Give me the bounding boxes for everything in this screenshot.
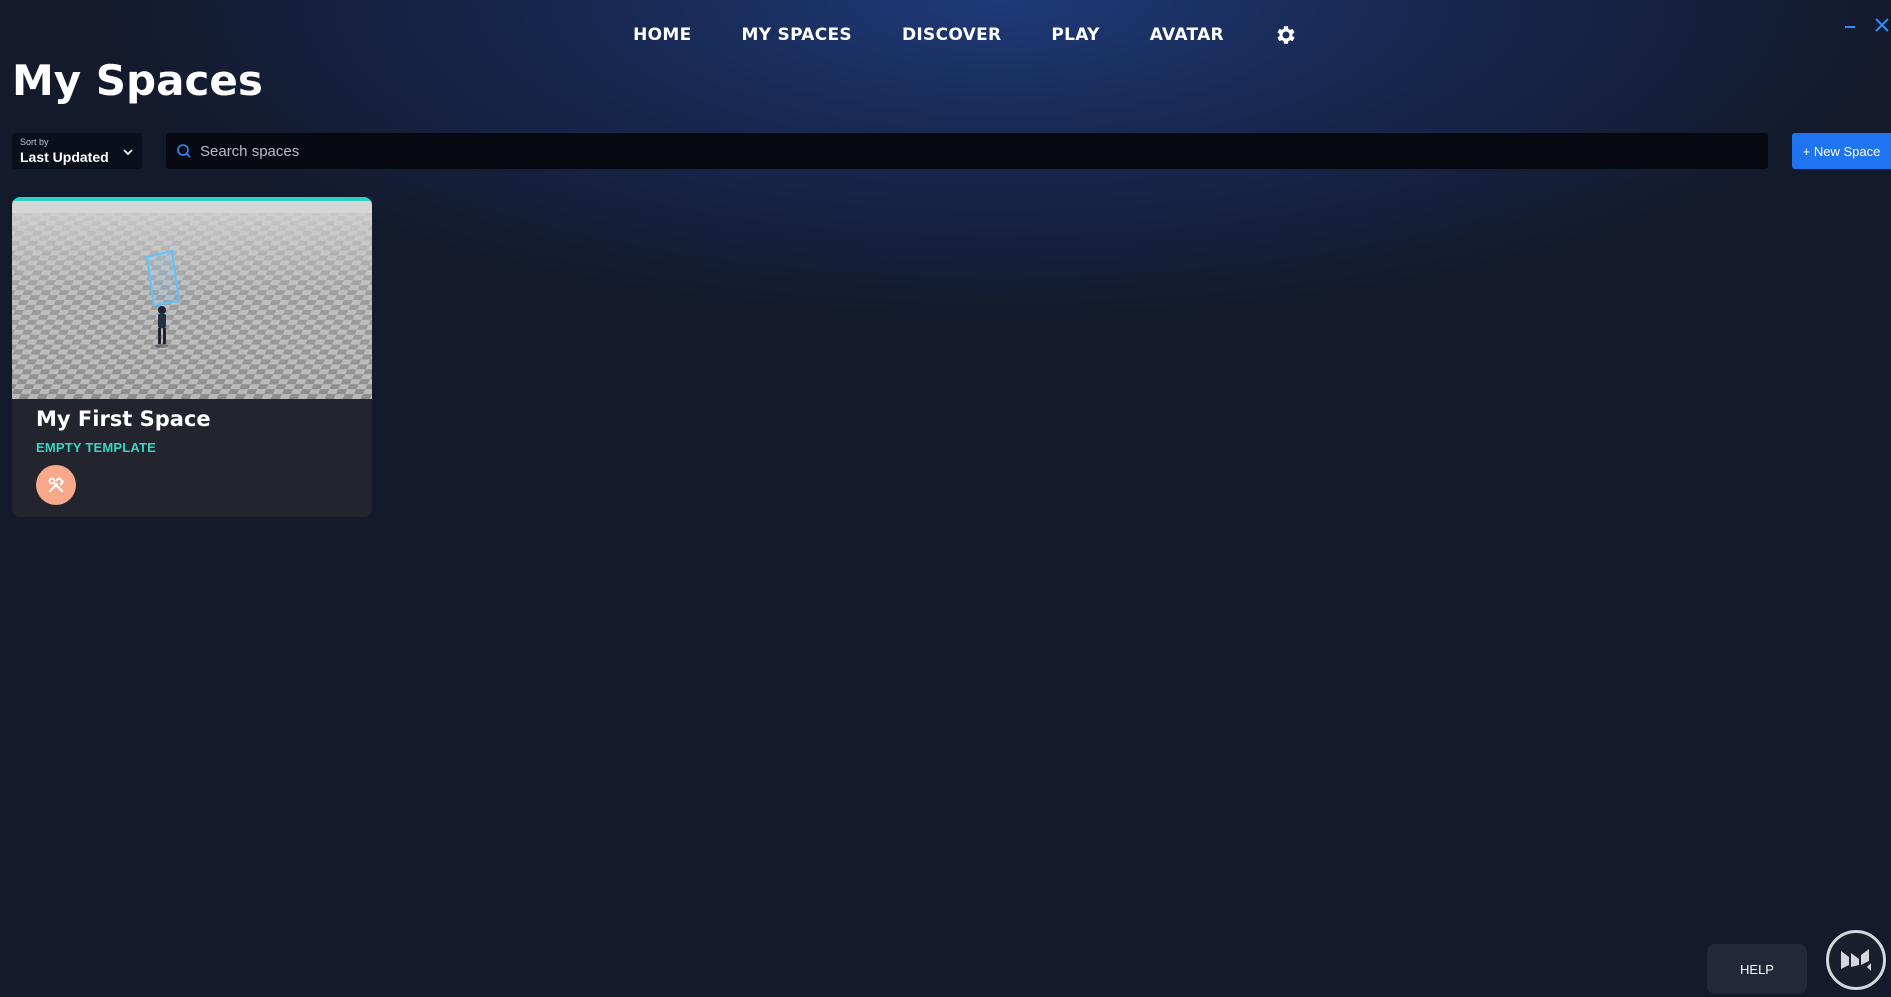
space-template: EMPTY TEMPLATE [36,440,157,455]
close-icon[interactable] [1873,16,1891,34]
sort-value: Last Updated [20,149,109,165]
space-thumbnail [12,201,372,399]
nav-play[interactable]: PLAY [1051,25,1099,45]
page-title: My Spaces [12,56,263,105]
space-name: My First Space [36,407,211,431]
chevron-down-icon [122,145,134,157]
app-logo-icon[interactable] [1826,930,1886,990]
search-bar [166,133,1768,169]
sort-caption: Sort by [20,137,49,147]
minimize-icon[interactable] [1841,16,1859,34]
new-space-button[interactable]: + New Space [1792,133,1891,169]
top-navigation: HOME MY SPACES DISCOVER PLAY AVATAR [0,22,1891,48]
nav-avatar[interactable]: AVATAR [1150,25,1224,45]
nav-home[interactable]: HOME [633,25,691,45]
nav-discover[interactable]: DISCOVER [902,25,1001,45]
search-input[interactable] [200,133,1760,169]
sort-dropdown[interactable]: Sort by Last Updated [12,133,142,169]
nav-my-spaces[interactable]: MY SPACES [742,25,852,45]
tools-icon[interactable] [36,465,76,505]
window-controls [1841,16,1891,34]
gear-icon[interactable] [1274,23,1298,47]
search-icon [176,143,192,159]
space-card[interactable]: My First Space EMPTY TEMPLATE [12,197,372,517]
help-button[interactable]: HELP [1707,944,1807,994]
